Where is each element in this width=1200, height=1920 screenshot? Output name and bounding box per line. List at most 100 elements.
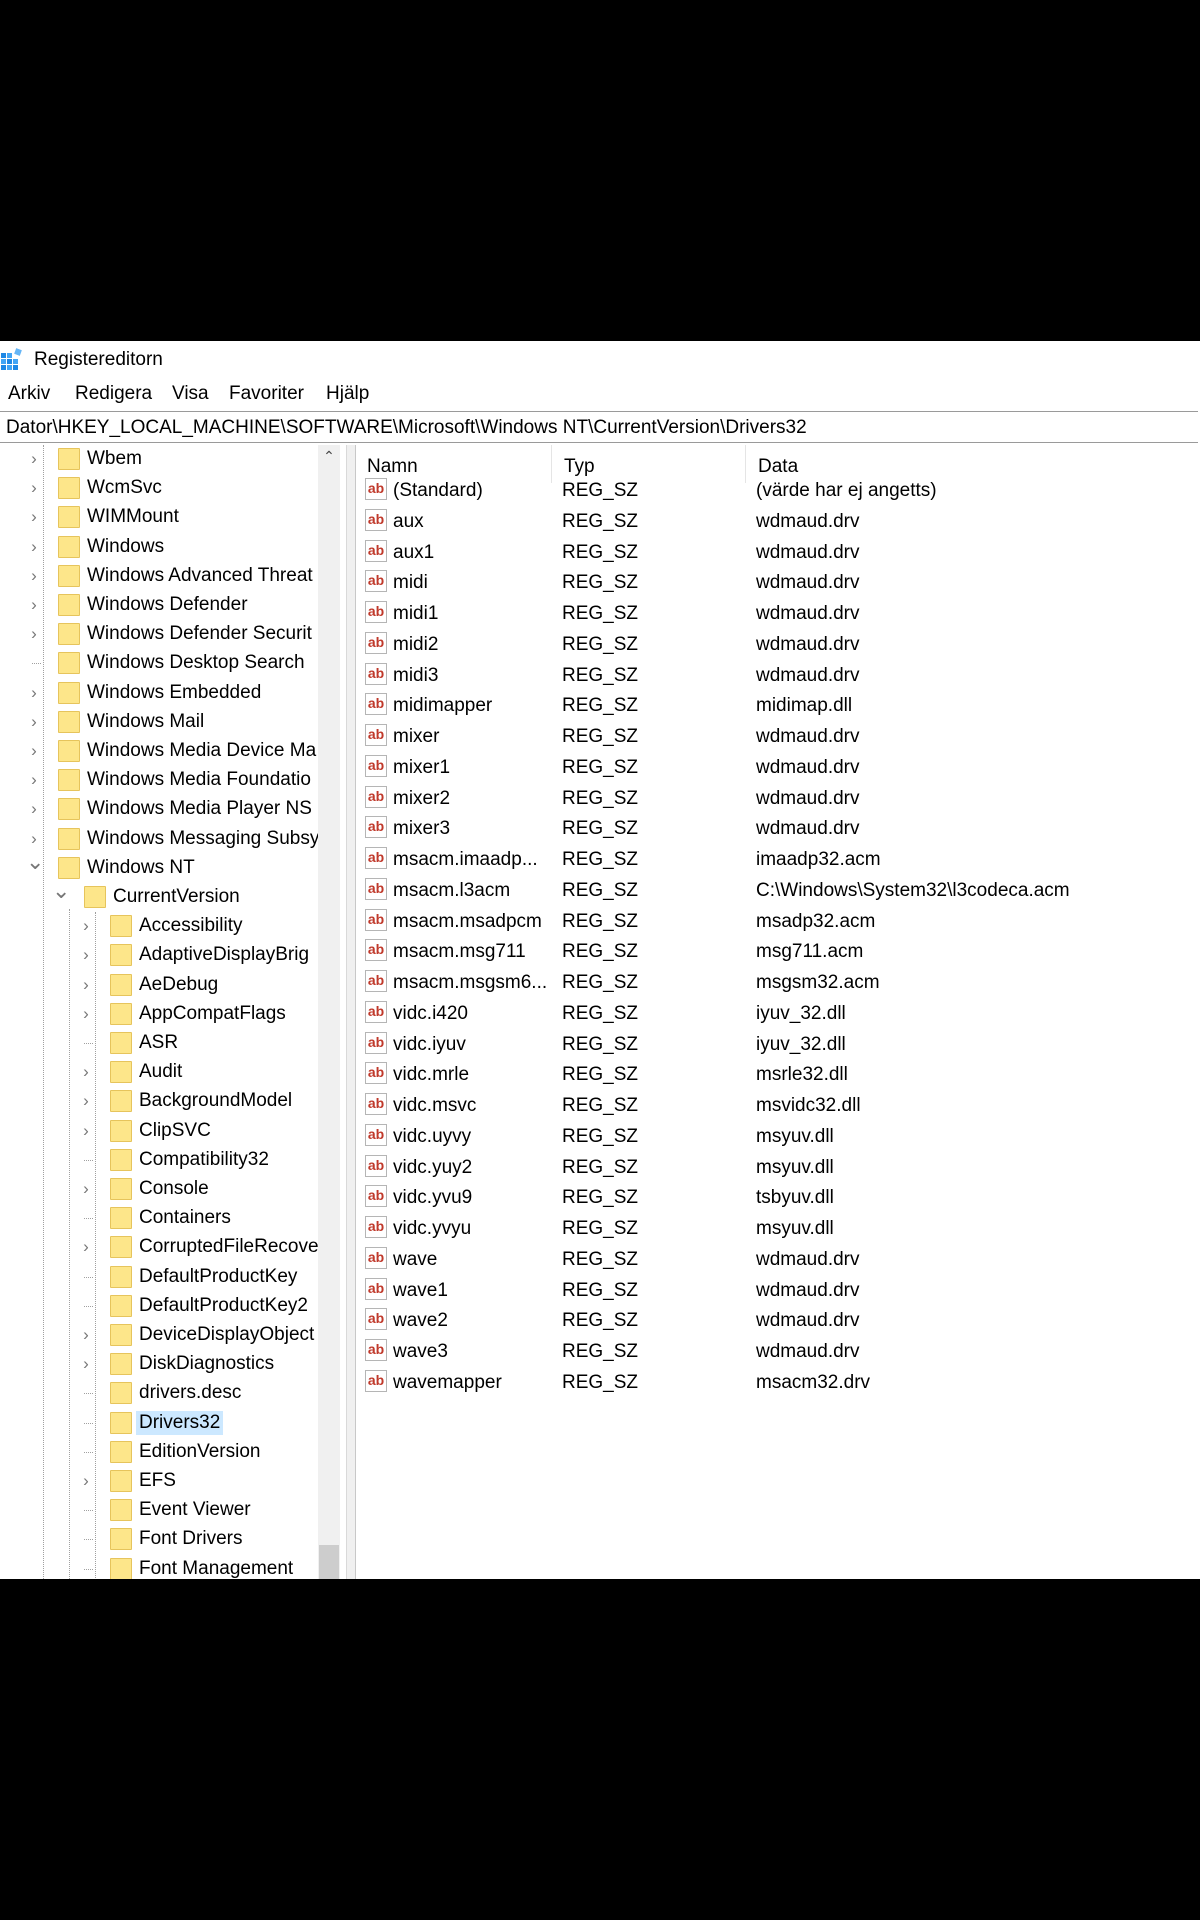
value-row[interactable]: ab vidc.i420 REG_SZ iyuv_32.dll bbox=[355, 998, 1200, 1029]
value-row[interactable]: ab midi1 REG_SZ wdmaud.drv bbox=[355, 598, 1200, 629]
value-row[interactable]: ab msacm.msg711 REG_SZ msg711.acm bbox=[355, 936, 1200, 967]
tree-item[interactable]: › Windows Embedded bbox=[0, 679, 318, 708]
tree-item[interactable]: › CorruptedFileRecove bbox=[0, 1233, 319, 1262]
tree-item[interactable]: › BackgroundModel bbox=[0, 1087, 318, 1116]
chevron-right-icon[interactable]: › bbox=[78, 1121, 94, 1141]
value-row[interactable]: ab aux1 REG_SZ wdmaud.drv bbox=[355, 537, 1200, 568]
value-row[interactable]: ab midi2 REG_SZ wdmaud.drv bbox=[355, 629, 1200, 660]
value-row[interactable]: ab midi3 REG_SZ wdmaud.drv bbox=[355, 660, 1200, 691]
tree-item[interactable]: ⌄ Windows NT bbox=[0, 850, 318, 883]
tree-item[interactable]: › Windows bbox=[0, 533, 318, 562]
chevron-right-icon[interactable]: › bbox=[26, 829, 42, 849]
value-row[interactable]: ab vidc.mrle REG_SZ msrle32.dll bbox=[355, 1059, 1200, 1090]
tree-item[interactable]: › Windows Defender bbox=[0, 591, 318, 620]
menu-redigera[interactable]: Redigera bbox=[75, 383, 152, 405]
tree-item[interactable]: › Windows Media Foundatio bbox=[0, 766, 318, 795]
registry-key-tree[interactable]: › Wbem › WcmSvc › WIMMount › Windows › Windows Ad… bbox=[0, 445, 346, 1579]
scrollbar-thumb[interactable] bbox=[319, 1545, 339, 1579]
tree-item[interactable]: drivers.desc bbox=[0, 1379, 318, 1408]
value-row[interactable]: ab (Standard) REG_SZ (värde har ej angetts) bbox=[355, 475, 1200, 506]
address-bar[interactable]: Dator\HKEY_LOCAL_MACHINE\SOFTWARE\Micros… bbox=[0, 411, 1198, 443]
value-row[interactable]: ab wave1 REG_SZ wdmaud.drv bbox=[355, 1275, 1200, 1306]
chevron-right-icon[interactable]: › bbox=[26, 741, 42, 761]
value-row[interactable]: ab vidc.yuy2 REG_SZ msyuv.dll bbox=[355, 1152, 1200, 1183]
chevron-right-icon[interactable]: › bbox=[78, 1325, 94, 1345]
tree-item[interactable]: › WcmSvc bbox=[0, 474, 318, 503]
tree-item[interactable]: ⌄ CurrentVersion bbox=[0, 880, 318, 912]
menu-visa[interactable]: Visa bbox=[172, 383, 209, 405]
value-row[interactable]: ab midimapper REG_SZ midimap.dll bbox=[355, 690, 1200, 721]
chevron-right-icon[interactable]: › bbox=[26, 478, 42, 498]
chevron-right-icon[interactable]: › bbox=[78, 1004, 94, 1024]
chevron-right-icon[interactable]: › bbox=[78, 1237, 94, 1257]
chevron-right-icon[interactable]: › bbox=[78, 1471, 94, 1491]
chevron-right-icon[interactable]: › bbox=[26, 799, 42, 819]
chevron-right-icon[interactable]: › bbox=[78, 1179, 94, 1199]
tree-item[interactable]: › Wbem bbox=[0, 445, 318, 474]
value-row[interactable]: ab vidc.yvu9 REG_SZ tsbyuv.dll bbox=[355, 1182, 1200, 1213]
tree-item[interactable]: › Windows Mail bbox=[0, 708, 318, 737]
chevron-right-icon[interactable]: › bbox=[78, 1062, 94, 1082]
value-row[interactable]: ab wavemapper REG_SZ msacm32.drv bbox=[355, 1367, 1200, 1398]
value-row[interactable]: ab vidc.msvc REG_SZ msvidc32.dll bbox=[355, 1090, 1200, 1121]
tree-item[interactable]: Event Viewer bbox=[0, 1496, 318, 1525]
tree-item[interactable]: › Console bbox=[0, 1175, 318, 1204]
chevron-right-icon[interactable]: › bbox=[26, 507, 42, 527]
menu-hjalp[interactable]: Hjälp bbox=[326, 383, 369, 405]
tree-item[interactable]: ASR bbox=[0, 1029, 318, 1058]
tree-item[interactable]: Windows Desktop Search bbox=[0, 649, 318, 678]
value-row[interactable]: ab vidc.yvyu REG_SZ msyuv.dll bbox=[355, 1213, 1200, 1244]
menu-arkiv[interactable]: Arkiv bbox=[8, 383, 50, 405]
tree-item[interactable]: › Accessibility bbox=[0, 912, 318, 941]
tree-item[interactable]: EditionVersion bbox=[0, 1438, 318, 1467]
value-row[interactable]: ab wave REG_SZ wdmaud.drv bbox=[355, 1244, 1200, 1275]
value-row[interactable]: ab mixer3 REG_SZ wdmaud.drv bbox=[355, 813, 1200, 844]
tree-item[interactable]: › WIMMount bbox=[0, 503, 318, 532]
chevron-right-icon[interactable]: › bbox=[26, 712, 42, 732]
tree-item[interactable]: › Windows Defender Securit bbox=[0, 620, 318, 649]
tree-item[interactable]: › Windows Advanced Threat bbox=[0, 562, 318, 591]
tree-item[interactable]: DefaultProductKey2 bbox=[0, 1292, 318, 1321]
chevron-down-icon[interactable]: ⌄ bbox=[26, 850, 44, 872]
tree-item[interactable]: › AppCompatFlags bbox=[0, 1000, 318, 1029]
chevron-right-icon[interactable]: › bbox=[26, 566, 42, 586]
value-row[interactable]: ab midi REG_SZ wdmaud.drv bbox=[355, 567, 1200, 598]
tree-item[interactable]: › DeviceDisplayObject bbox=[0, 1321, 318, 1350]
menu-favoriter[interactable]: Favoriter bbox=[229, 383, 304, 405]
tree-vertical-scrollbar[interactable]: ⌃ bbox=[318, 445, 340, 1579]
tree-item[interactable]: Compatibility32 bbox=[0, 1146, 318, 1175]
chevron-right-icon[interactable]: › bbox=[26, 537, 42, 557]
value-row[interactable]: ab mixer REG_SZ wdmaud.drv bbox=[355, 721, 1200, 752]
chevron-right-icon[interactable]: › bbox=[26, 595, 42, 615]
tree-item[interactable]: › EFS bbox=[0, 1467, 318, 1496]
value-row[interactable]: ab msacm.msgsm6... REG_SZ msgsm32.acm bbox=[355, 967, 1200, 998]
value-row[interactable]: ab msacm.msadpcm REG_SZ msadp32.acm bbox=[355, 906, 1200, 937]
tree-item[interactable]: › Windows Media Device Ma bbox=[0, 737, 318, 766]
chevron-right-icon[interactable]: › bbox=[78, 1091, 94, 1111]
tree-item[interactable]: Containers bbox=[0, 1204, 318, 1233]
tree-item[interactable]: › Windows Messaging Subsy bbox=[0, 825, 319, 854]
chevron-right-icon[interactable]: › bbox=[78, 975, 94, 995]
chevron-right-icon[interactable]: › bbox=[78, 945, 94, 965]
tree-item[interactable]: Font Management bbox=[0, 1555, 318, 1579]
tree-item[interactable]: › AdaptiveDisplayBrig bbox=[0, 941, 318, 970]
chevron-right-icon[interactable]: › bbox=[26, 770, 42, 790]
address-path[interactable]: Dator\HKEY_LOCAL_MACHINE\SOFTWARE\Micros… bbox=[6, 417, 807, 439]
tree-item[interactable]: Font Drivers bbox=[0, 1525, 318, 1554]
chevron-right-icon[interactable]: › bbox=[26, 624, 42, 644]
value-row[interactable]: ab mixer1 REG_SZ wdmaud.drv bbox=[355, 752, 1200, 783]
chevron-right-icon[interactable]: › bbox=[78, 1354, 94, 1374]
chevron-right-icon[interactable]: › bbox=[26, 449, 42, 469]
value-row[interactable]: ab aux REG_SZ wdmaud.drv bbox=[355, 506, 1200, 537]
tree-item[interactable]: › ClipSVC bbox=[0, 1117, 318, 1146]
tree-item[interactable]: › AeDebug bbox=[0, 971, 318, 1000]
value-row[interactable]: ab wave3 REG_SZ wdmaud.drv bbox=[355, 1336, 1200, 1367]
value-row[interactable]: ab vidc.iyuv REG_SZ iyuv_32.dll bbox=[355, 1029, 1200, 1060]
chevron-right-icon[interactable]: › bbox=[26, 683, 42, 703]
tree-item[interactable]: DefaultProductKey bbox=[0, 1263, 318, 1292]
scroll-up-arrow-icon[interactable]: ⌃ bbox=[318, 445, 340, 467]
chevron-right-icon[interactable]: › bbox=[78, 916, 94, 936]
value-row[interactable]: ab mixer2 REG_SZ wdmaud.drv bbox=[355, 783, 1200, 814]
tree-item[interactable]: Drivers32 bbox=[0, 1409, 318, 1438]
value-row[interactable]: ab wave2 REG_SZ wdmaud.drv bbox=[355, 1305, 1200, 1336]
